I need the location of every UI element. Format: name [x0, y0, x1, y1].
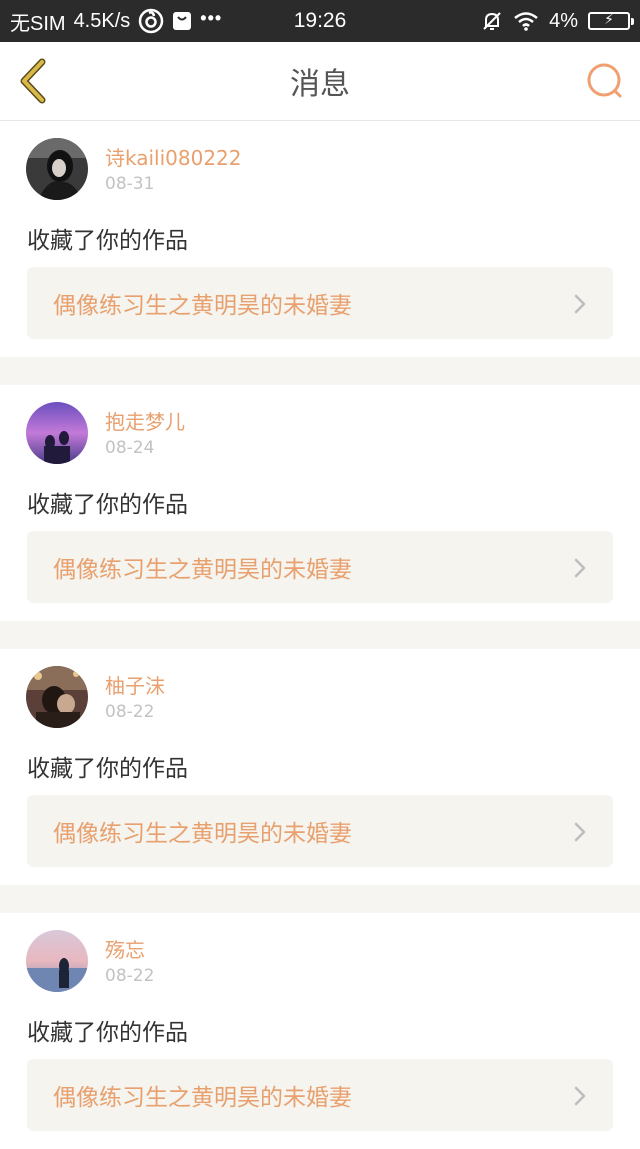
message-item: 诗kaili080222 08-31 收藏了你的作品 偶像练习生之黄明昊的未婚妻 [0, 121, 640, 357]
battery-charging-icon: ⚡ [588, 11, 634, 30]
chevron-right-icon [574, 558, 586, 578]
message-date: 08-31 [105, 174, 155, 194]
nav-bar: 消息 [0, 42, 640, 121]
search-icon [587, 63, 622, 98]
chevron-right-icon [574, 294, 586, 314]
work-title: 偶像练习生之黄明昊的未婚妻 [53, 557, 352, 583]
mute-bell-icon [481, 10, 503, 32]
divider [0, 885, 640, 913]
avatar[interactable] [26, 930, 88, 992]
message-item: 抱走梦儿 08-24 收藏了你的作品 偶像练习生之黄明昊的未婚妻 [0, 385, 640, 621]
message-item: 柚子沫 08-22 收藏了你的作品 偶像练习生之黄明昊的未婚妻 [0, 649, 640, 885]
message-list: 诗kaili080222 08-31 收藏了你的作品 偶像练习生之黄明昊的未婚妻 [0, 121, 640, 1149]
message-item: 殇忘 08-22 收藏了你的作品 偶像练习生之黄明昊的未婚妻 [0, 913, 640, 1149]
battery-percent: 4% [549, 9, 578, 32]
message-action: 收藏了你的作品 [27, 756, 188, 782]
avatar[interactable] [26, 402, 88, 464]
work-card[interactable]: 偶像练习生之黄明昊的未婚妻 [27, 267, 613, 339]
work-card[interactable]: 偶像练习生之黄明昊的未婚妻 [27, 795, 613, 867]
message-action: 收藏了你的作品 [27, 228, 188, 254]
message-date: 08-24 [105, 438, 155, 458]
status-bar: 无SIM 4.5K/s ••• 19:26 4% ⚡ [0, 0, 640, 42]
username[interactable]: 诗kaili080222 [105, 142, 242, 171]
username[interactable]: 抱走梦儿 [105, 406, 185, 435]
work-title: 偶像练习生之黄明昊的未婚妻 [53, 1085, 352, 1111]
divider [0, 621, 640, 649]
work-title: 偶像练习生之黄明昊的未婚妻 [53, 293, 352, 319]
avatar[interactable] [26, 138, 88, 200]
wifi-icon [513, 11, 539, 31]
work-card[interactable]: 偶像练习生之黄明昊的未婚妻 [27, 531, 613, 603]
chevron-right-icon [574, 822, 586, 842]
chevron-right-icon [574, 1086, 586, 1106]
username[interactable]: 殇忘 [105, 934, 145, 963]
work-card[interactable]: 偶像练习生之黄明昊的未婚妻 [27, 1059, 613, 1131]
username[interactable]: 柚子沫 [105, 670, 165, 699]
search-button[interactable] [586, 62, 624, 100]
work-title: 偶像练习生之黄明昊的未婚妻 [53, 821, 352, 847]
message-action: 收藏了你的作品 [27, 492, 188, 518]
divider [0, 357, 640, 385]
message-date: 08-22 [105, 966, 155, 986]
page-title: 消息 [290, 67, 350, 102]
avatar[interactable] [26, 666, 88, 728]
message-action: 收藏了你的作品 [27, 1020, 188, 1046]
message-date: 08-22 [105, 702, 155, 722]
